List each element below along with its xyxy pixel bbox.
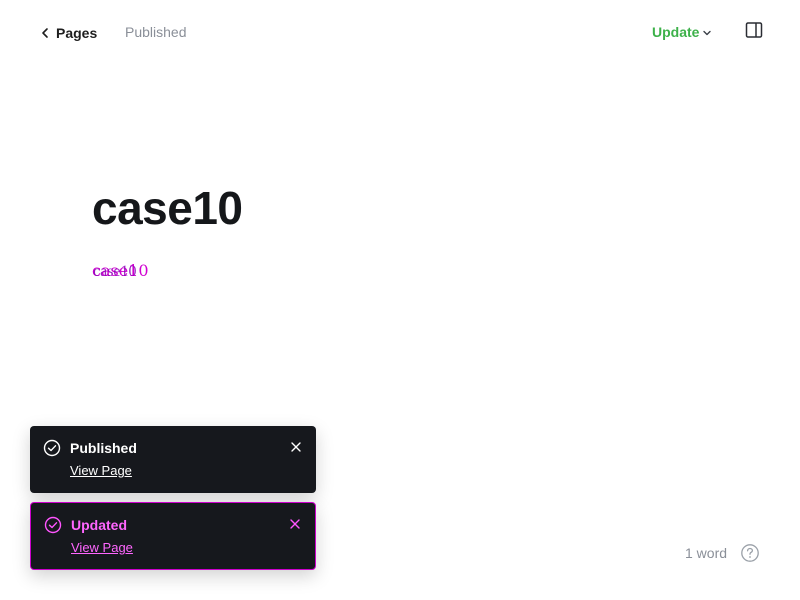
chevron-left-icon [42,28,48,38]
post-body[interactable]: case10 case10 [92,260,212,282]
body-text-overlay: case10 [93,263,137,280]
question-circle-icon[interactable] [740,543,760,563]
check-circle-icon [43,439,61,457]
toast-published: Published View Page [30,426,316,493]
editor-page: Pages Published Update case10 case10 cas… [0,0,800,600]
close-icon[interactable] [290,441,302,453]
word-count: 1 word [685,545,728,561]
toast-title: Updated [71,517,127,533]
back-to-pages-button[interactable]: Pages [38,22,97,44]
chevron-down-icon [703,30,712,36]
update-button[interactable]: Update [652,24,713,40]
sidebar-panel-icon[interactable] [745,21,763,39]
back-label: Pages [56,25,98,41]
publish-status: Published [125,24,187,40]
toast-title: Published [70,440,137,456]
check-circle-icon [44,516,62,534]
view-page-link[interactable]: View Page [70,463,132,478]
close-icon[interactable] [289,518,301,530]
update-label: Update [652,24,700,40]
toast-updated: Updated View Page [30,502,316,570]
post-title[interactable]: case10 [92,180,243,236]
view-page-link[interactable]: View Page [71,540,133,555]
